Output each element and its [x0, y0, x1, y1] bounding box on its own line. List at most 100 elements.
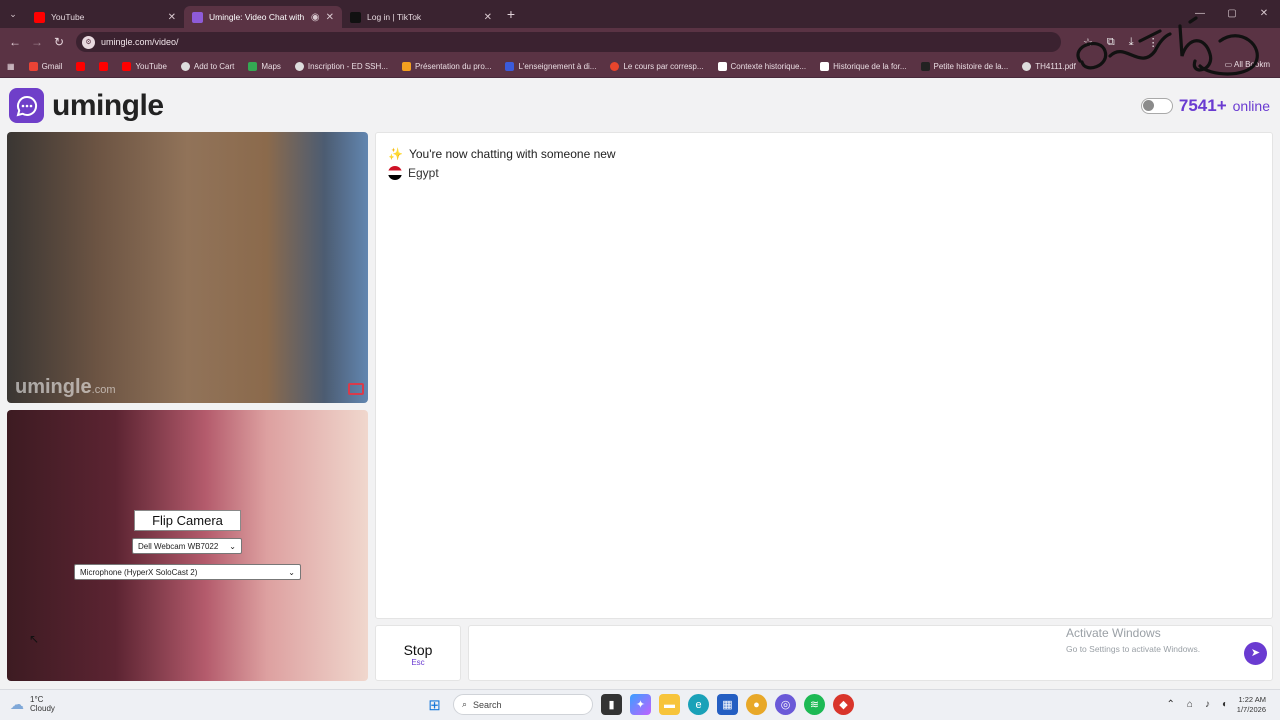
star-icon[interactable]: ☆	[1083, 36, 1093, 49]
bookmark-presentation[interactable]: Présentation du pro...	[395, 62, 499, 71]
copilot-icon[interactable]: ✦	[630, 694, 651, 715]
online-count: 7541+	[1178, 96, 1227, 115]
chevron-down-icon: ⌄	[229, 541, 236, 551]
address-bar[interactable]: ⚙ umingle.com/video/	[76, 32, 1061, 52]
minimize-icon[interactable]: —	[1184, 0, 1216, 28]
activation-title: Activate Windows	[1066, 626, 1161, 640]
address-text: umingle.com/video/	[101, 37, 179, 47]
bookmark-gmail[interactable]: Gmail	[22, 62, 70, 71]
site-logo[interactable]: umingle	[9, 88, 164, 123]
youtube-icon	[99, 62, 109, 71]
new-tab-button[interactable]: +	[500, 6, 522, 22]
flip-camera-button[interactable]: Flip Camera	[134, 510, 241, 531]
all-bookmarks-folder[interactable]: ▭ All Bookm	[1225, 60, 1270, 69]
maximize-icon[interactable]: ▢	[1216, 0, 1248, 28]
extensions-icon[interactable]: ⧉	[1107, 36, 1115, 49]
online-label: online	[1232, 98, 1270, 114]
toolbar-actions: ☆ ⧉ ⤓ ⋮	[1083, 36, 1159, 49]
windows-activation-watermark: Activate Windows Go to Settings to activ…	[1066, 626, 1200, 654]
bookmark-youtube-2[interactable]	[92, 62, 115, 71]
site-info-icon[interactable]: ⚙	[82, 35, 95, 49]
tab-tiktok[interactable]: Log in | TikTok ✕	[342, 6, 500, 28]
bookmark-youtube[interactable]: YouTube	[115, 62, 173, 71]
search-icon: ⌕	[462, 699, 468, 709]
bookmark-petite-histoire[interactable]: Petite histoire de la...	[914, 62, 1016, 71]
star-burst-icon	[401, 62, 411, 71]
taskbar-search[interactable]: ⌕ Search	[453, 694, 593, 715]
close-tab-icon[interactable]: ✕	[326, 12, 334, 23]
menu-icon[interactable]: ⋮	[1148, 36, 1159, 49]
microphone-select[interactable]: Microphone (HyperX SoloCast 2) ⌄	[74, 564, 301, 580]
send-arrow-icon[interactable]: ➤	[1244, 642, 1267, 665]
windows-start-icon[interactable]: ⊞	[424, 694, 445, 715]
close-tab-icon[interactable]: ✕	[168, 12, 176, 23]
download-icon[interactable]: ⤓	[1129, 36, 1134, 49]
reload-icon[interactable]: ↻	[48, 35, 70, 49]
bookmark-label: Contexte historique...	[730, 62, 807, 71]
app-icon[interactable]: ◆	[833, 694, 854, 715]
youtube-icon	[76, 62, 86, 71]
bookmark-add-to-cart[interactable]: Add to Cart	[174, 62, 241, 71]
activation-subtitle: Go to Settings to activate Windows.	[1066, 644, 1201, 654]
discord-icon[interactable]: ◎	[775, 694, 796, 715]
bookmark-label: L'enseignement à di...	[518, 62, 597, 71]
weather-widget[interactable]: ☁ 1°C Cloudy	[10, 695, 55, 713]
camera-select[interactable]: Dell Webcam WB7022 ⌄	[132, 538, 242, 554]
chevron-down-icon: ⌄	[288, 567, 295, 577]
bookmark-historique[interactable]: Historique de la for...	[813, 62, 913, 71]
theme-toggle[interactable]	[1140, 98, 1173, 114]
bookmark-label: Le cours par corresp...	[623, 62, 704, 71]
video-watermark: umingle.com	[15, 376, 116, 399]
bookmark-inscription[interactable]: Inscription - ED SSH...	[288, 62, 395, 71]
close-window-icon[interactable]: ✕	[1248, 0, 1280, 28]
bookmark-maps[interactable]: Maps	[241, 62, 288, 71]
system-tray: ⌃ ⌂ ♪ ◐	[1167, 699, 1228, 710]
bookmarks-bar: ▦ Gmail YouTube Add to Cart Maps Inscrip…	[0, 56, 1280, 78]
circle-icon	[610, 62, 620, 71]
chat-log: ✨ You're now chatting with someone new E…	[375, 132, 1273, 619]
tab-umingle[interactable]: Umingle: Video Chat with S ◉ ✕	[184, 6, 342, 28]
file-explorer-icon[interactable]: ▬	[659, 694, 680, 715]
globe-icon	[180, 62, 190, 71]
chrome-icon[interactable]: ●	[746, 694, 767, 715]
remote-video: umingle.com	[7, 132, 368, 403]
bookmark-youtube-1[interactable]	[69, 62, 92, 71]
globe-icon	[294, 62, 304, 71]
apps-icon[interactable]: ▦	[0, 62, 22, 71]
report-flag-icon[interactable]	[348, 383, 364, 395]
taskbar-clock[interactable]: 1:22 AM 1/7/2026	[1237, 695, 1266, 715]
bookmark-th4111[interactable]: TH4111.pdf	[1015, 62, 1083, 71]
task-view-icon[interactable]: ▮	[601, 694, 622, 715]
close-tab-icon[interactable]: ✕	[484, 12, 492, 23]
bookmark-cours[interactable]: Le cours par corresp...	[603, 62, 710, 71]
youtube-favicon-icon	[34, 11, 45, 23]
mouse-cursor-icon: ↖	[29, 632, 40, 646]
edge-icon[interactable]: e	[688, 694, 709, 715]
chat-status-line: ✨ You're now chatting with someone new	[388, 147, 616, 161]
partner-country: Egypt	[388, 166, 439, 180]
forward-icon[interactable]: →	[26, 35, 48, 49]
network-icon[interactable]: ⌂	[1187, 699, 1193, 710]
bookmark-label: Gmail	[41, 62, 63, 71]
bookmark-label: YouTube	[135, 62, 167, 71]
volume-icon[interactable]: ◐	[1222, 699, 1228, 710]
bookmark-enseignement[interactable]: L'enseignement à di...	[498, 62, 603, 71]
tab-youtube[interactable]: YouTube ✕	[26, 6, 184, 28]
store-icon[interactable]: ▦	[717, 694, 738, 715]
clock-date: 1/7/2026	[1236, 705, 1266, 714]
tab-search-icon[interactable]: ⌄	[0, 9, 26, 20]
clock-time: 1:22 AM	[1238, 695, 1266, 704]
audio-icon[interactable]: ◉	[311, 12, 320, 23]
stop-button[interactable]: Stop Esc	[375, 625, 461, 681]
maps-icon	[248, 62, 258, 71]
bookmark-contexte[interactable]: Contexte historique...	[711, 62, 814, 71]
window-controls: — ▢ ✕	[1184, 0, 1280, 28]
online-counter: 7541+ online	[1140, 96, 1270, 116]
back-icon[interactable]: ←	[4, 35, 26, 49]
chat-bubble-logo-icon	[9, 88, 44, 123]
spotify-icon[interactable]: ≋	[804, 694, 825, 715]
bookmark-label: Petite histoire de la...	[933, 62, 1009, 71]
umingle-favicon-icon	[192, 11, 203, 23]
microphone-icon[interactable]: ♪	[1205, 699, 1210, 710]
tray-overflow-icon[interactable]: ⌃	[1167, 699, 1175, 710]
